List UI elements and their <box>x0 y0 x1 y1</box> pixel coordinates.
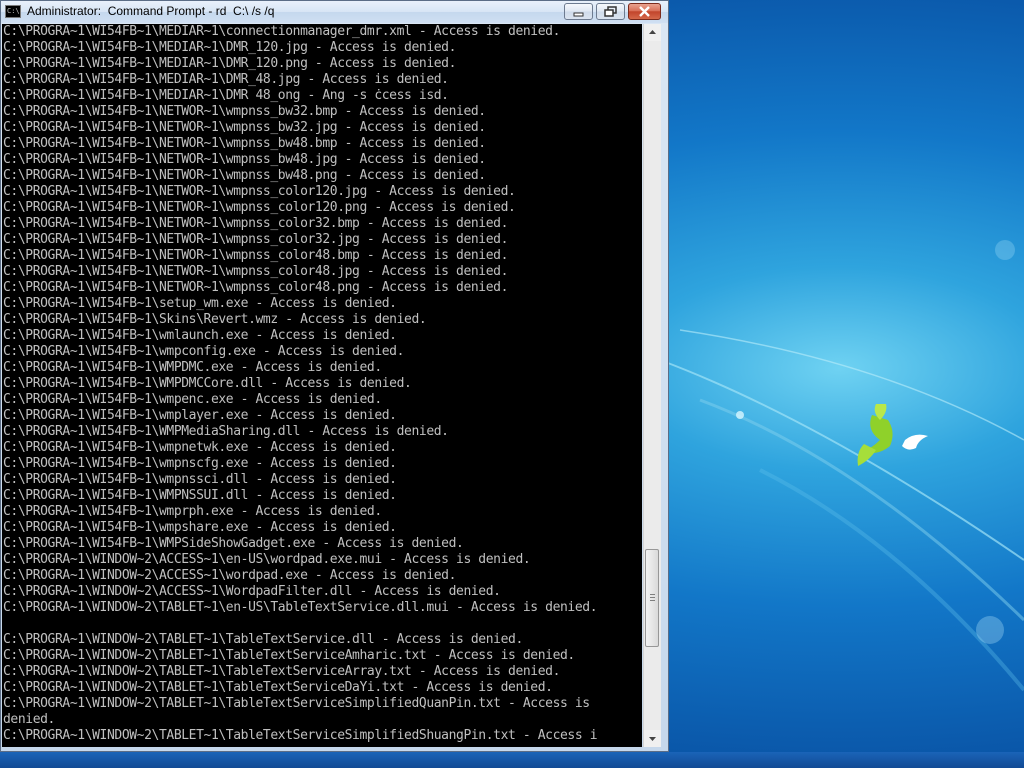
console-line: C:\PROGRA~1\WI54FB~1\NETWOR~1\wmpnss_bw3… <box>3 104 486 119</box>
window-title: Administrator: Command Prompt - rd C:\ /… <box>27 4 275 18</box>
console-line: C:\PROGRA~1\WI54FB~1\wmpnscfg.exe - Acce… <box>3 456 397 471</box>
close-icon <box>639 6 650 17</box>
console-lines: C:\PROGRA~1\WI54FB~1\MEDIAR~1\connection… <box>2 24 642 744</box>
console-line: C:\PROGRA~1\WI54FB~1\NETWOR~1\wmpnss_bw4… <box>3 152 486 167</box>
console-line: C:\PROGRA~1\WI54FB~1\NETWOR~1\wmpnss_col… <box>3 232 509 247</box>
console-line: denied. <box>3 712 55 727</box>
scroll-down-arrow-icon <box>649 737 656 741</box>
console-line: C:\PROGRA~1\WINDOW~2\TABLET~1\TableTextS… <box>3 632 523 647</box>
console-line: C:\PROGRA~1\WI54FB~1\MEDIAR~1\DMR_48.jpg… <box>3 72 449 87</box>
thumb-grip <box>650 594 655 595</box>
console-line: C:\PROGRA~1\WI54FB~1\wmpenc.exe - Access… <box>3 392 382 407</box>
close-button[interactable] <box>628 3 661 20</box>
console-line: C:\PROGRA~1\WI54FB~1\setup_wm.exe - Acce… <box>3 296 397 311</box>
console-line: C:\PROGRA~1\WINDOW~2\TABLET~1\TableTextS… <box>3 728 598 743</box>
console-line: C:\PROGRA~1\WINDOW~2\ACCESS~1\WordpadFil… <box>3 584 501 599</box>
console-line: C:\PROGRA~1\WI54FB~1\Skins\Revert.wmz - … <box>3 312 427 327</box>
scroll-down-button[interactable] <box>644 730 661 747</box>
console-line: C:\PROGRA~1\WI54FB~1\NETWOR~1\wmpnss_col… <box>3 264 509 279</box>
console-line: C:\PROGRA~1\WI54FB~1\WMPDMC.exe - Access… <box>3 360 382 375</box>
console-line: C:\PROGRA~1\WI54FB~1\MEDIAR~1\DMR_120.jp… <box>3 40 457 55</box>
console-line: C:\PROGRA~1\WI54FB~1\WMPMediaSharing.dll… <box>3 424 449 439</box>
console-line: C:\PROGRA~1\WI54FB~1\NETWOR~1\wmpnss_col… <box>3 184 516 199</box>
console-line: C:\PROGRA~1\WI54FB~1\NETWOR~1\wmpnss_col… <box>3 200 516 215</box>
scroll-up-button[interactable] <box>644 24 661 41</box>
thumb-grip <box>650 597 655 598</box>
console-line: C:\PROGRA~1\WI54FB~1\WMPDMCCore.dll - Ac… <box>3 376 412 391</box>
console-line: C:\PROGRA~1\WI54FB~1\MEDIAR~1\connection… <box>3 24 560 39</box>
console-line: C:\PROGRA~1\WI54FB~1\WMPSideShowGadget.e… <box>3 536 464 551</box>
console-line: C:\PROGRA~1\WI54FB~1\wmpconfig.exe - Acc… <box>3 344 405 359</box>
console-line: C:\PROGRA~1\WI54FB~1\NETWOR~1\wmpnss_col… <box>3 248 509 263</box>
console-line: C:\PROGRA~1\WI54FB~1\WMPNSSUI.dll - Acce… <box>3 488 397 503</box>
vertical-scrollbar[interactable] <box>643 24 661 747</box>
console-line: C:\PROGRA~1\WI54FB~1\MEDIAR~1\DMR_120.pn… <box>3 56 457 71</box>
minimize-button[interactable] <box>564 3 593 20</box>
restore-icon <box>604 6 617 17</box>
thumb-grip <box>650 600 655 601</box>
console-line: C:\PROGRA~1\WI54FB~1\MEDIAR~1\DMR 48_ong… <box>3 88 449 103</box>
scrollbar-thumb[interactable] <box>645 549 659 647</box>
console-line: C:\PROGRA~1\WI54FB~1\wmprph.exe - Access… <box>3 504 382 519</box>
console-line: C:\PROGRA~1\WI54FB~1\NETWOR~1\wmpnss_bw3… <box>3 120 486 135</box>
console-line: C:\PROGRA~1\WINDOW~2\TABLET~1\en-US\Tabl… <box>3 600 598 615</box>
console-line: C:\PROGRA~1\WI54FB~1\NETWOR~1\wmpnss_col… <box>3 216 509 231</box>
bird-logo-icon <box>857 404 928 466</box>
console-line: C:\PROGRA~1\WI54FB~1\NETWOR~1\wmpnss_col… <box>3 280 509 295</box>
console-line: C:\PROGRA~1\WI54FB~1\NETWOR~1\wmpnss_bw4… <box>3 136 486 151</box>
console-line: C:\PROGRA~1\WINDOW~2\TABLET~1\TableTextS… <box>3 680 553 695</box>
console-line: C:\PROGRA~1\WINDOW~2\ACCESS~1\wordpad.ex… <box>3 568 457 583</box>
console-line: C:\PROGRA~1\WI54FB~1\wmpshare.exe - Acce… <box>3 520 397 535</box>
title-bar[interactable]: C:\ Administrator: Command Prompt - rd C… <box>1 1 668 23</box>
console-line: C:\PROGRA~1\WI54FB~1\wmpnssci.dll - Acce… <box>3 472 397 487</box>
taskbar <box>0 752 1024 768</box>
minimize-icon <box>573 12 584 17</box>
console-line: C:\PROGRA~1\WI54FB~1\wmlaunch.exe - Acce… <box>3 328 397 343</box>
console-line: C:\PROGRA~1\WI54FB~1\wmplayer.exe - Acce… <box>3 408 397 423</box>
console-output[interactable]: C:\PROGRA~1\WI54FB~1\MEDIAR~1\connection… <box>2 24 642 747</box>
console-line: C:\PROGRA~1\WI54FB~1\wmpnetwk.exe - Acce… <box>3 440 397 455</box>
console-line: C:\PROGRA~1\WINDOW~2\TABLET~1\TableTextS… <box>3 648 575 663</box>
console-line: C:\PROGRA~1\WINDOW~2\TABLET~1\TableTextS… <box>3 664 560 679</box>
restore-button[interactable] <box>596 3 625 20</box>
command-prompt-icon[interactable]: C:\ <box>5 5 21 18</box>
console-line: C:\PROGRA~1\WI54FB~1\NETWOR~1\wmpnss_bw4… <box>3 168 486 183</box>
console-line: C:\PROGRA~1\WINDOW~2\TABLET~1\TableTextS… <box>3 696 590 711</box>
console-line: C:\PROGRA~1\WINDOW~2\ACCESS~1\en-US\word… <box>3 552 531 567</box>
scroll-up-arrow-icon <box>649 30 656 34</box>
command-prompt-window: C:\ Administrator: Command Prompt - rd C… <box>0 0 669 752</box>
